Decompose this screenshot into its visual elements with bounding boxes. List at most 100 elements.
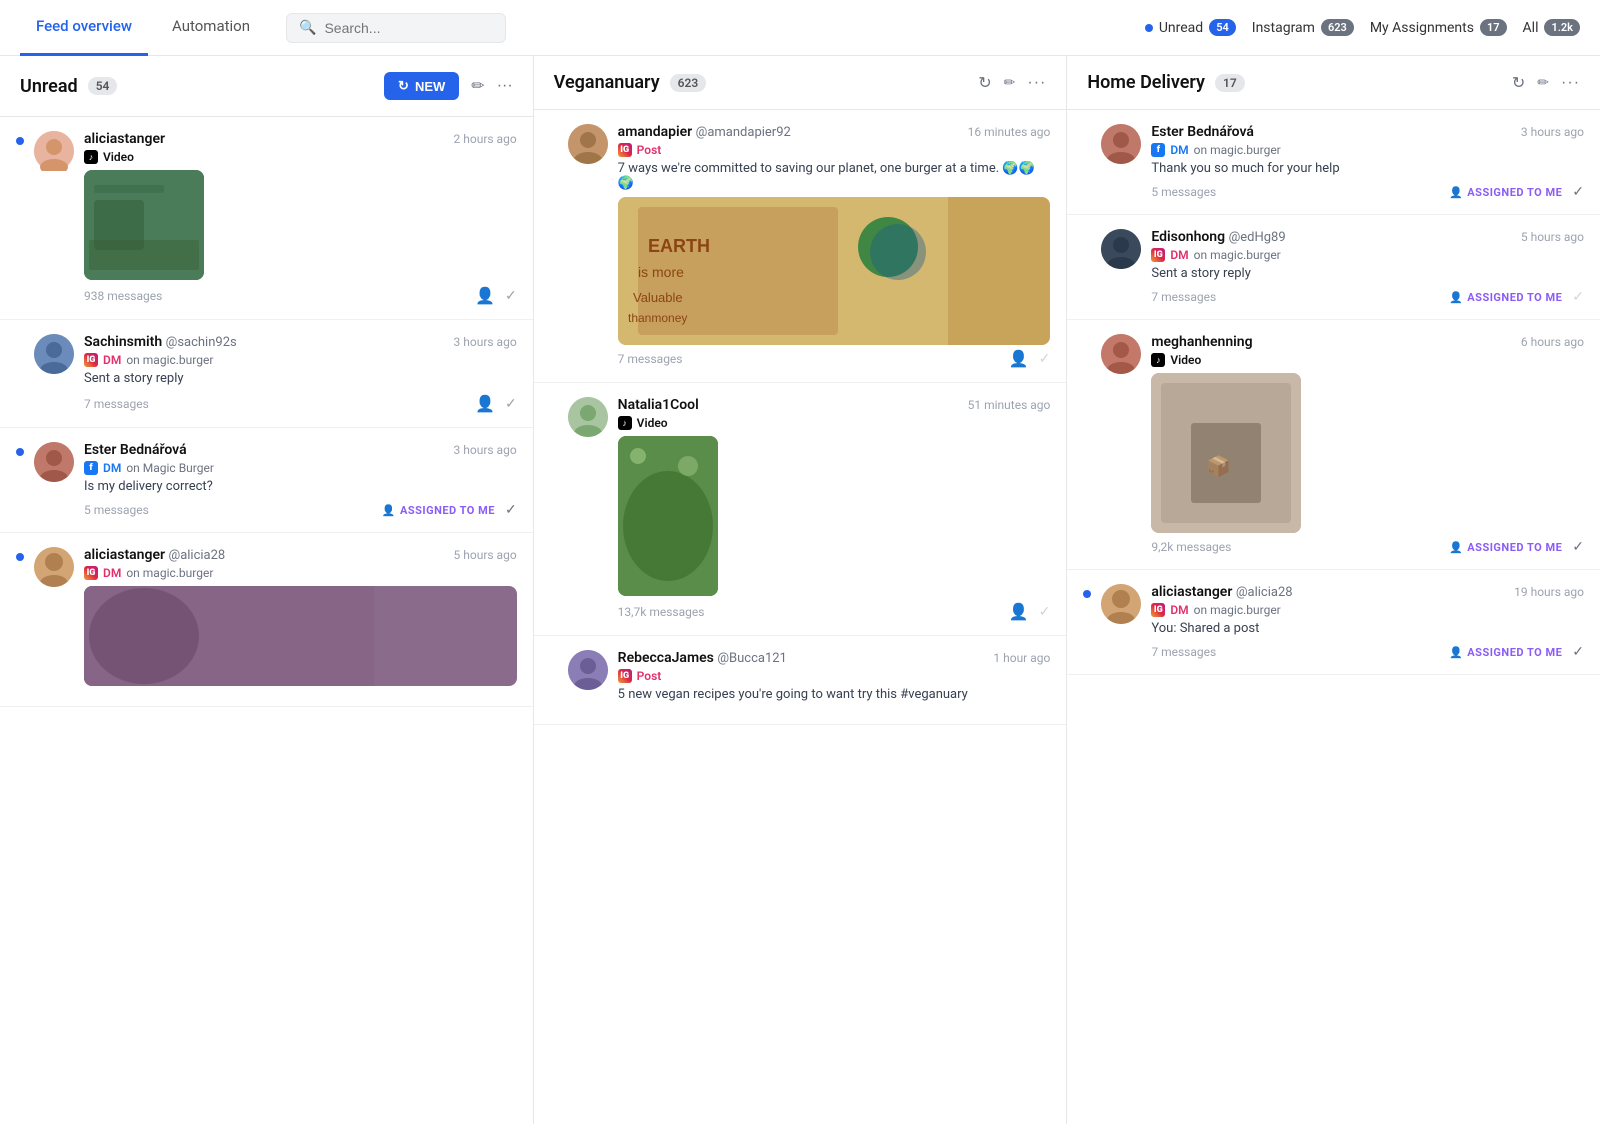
conversation-image (84, 586, 517, 686)
unread-indicator (1083, 590, 1091, 598)
conversation-actions: 👤 ✓ (1009, 602, 1051, 621)
check-icon[interactable]: ✓ (505, 288, 517, 304)
assign-icon[interactable]: 👤 (475, 394, 495, 413)
check-icon[interactable]: ✓ (1572, 644, 1584, 660)
column-home-delivery-actions (1512, 73, 1580, 93)
column-unread-badge: 54 (88, 77, 118, 95)
unread-indicator (16, 340, 24, 348)
column-home-delivery-header: Home Delivery 17 (1067, 56, 1600, 110)
filter-instagram[interactable]: Instagram 623 (1252, 19, 1354, 36)
image-thumbnail (618, 436, 718, 596)
check-icon[interactable]: ✓ (1572, 539, 1584, 555)
column-vegananuary-badge: 623 (670, 74, 707, 92)
conversation-item[interactable]: Sachinsmith @sachin92s 3 hours ago IG DM… (0, 320, 533, 428)
tab-feed-overview[interactable]: Feed overview (20, 0, 148, 56)
check-icon[interactable]: ✓ (1572, 184, 1584, 200)
check-icon[interactable]: ✓ (505, 502, 517, 518)
column-vegananuary-title: Vegananuary (554, 72, 660, 93)
conversation-body: Ester Bednářová 3 hours ago f DM on magi… (1151, 124, 1584, 200)
tab-automation[interactable]: Automation (156, 0, 266, 56)
edit-unread-icon[interactable]: ✏ (471, 76, 484, 96)
conversation-actions: 👤 ✓ (1009, 349, 1051, 368)
instagram-icon: IG (618, 143, 632, 157)
check-icon[interactable]: ✓ (1039, 604, 1051, 620)
tiktok-icon: ♪ (618, 416, 632, 430)
check-icon[interactable]: ✓ (1039, 351, 1051, 367)
conversation-item[interactable]: Edisonhong @edHg89 5 hours ago IG DM on … (1067, 215, 1600, 320)
refresh-small-icon: ↻ (398, 78, 409, 94)
avatar (568, 397, 608, 437)
unread-indicator (16, 137, 24, 145)
conversation-body: meghanhenning 6 hours ago ♪ Video 📦 (1151, 334, 1584, 555)
avatar (1101, 124, 1141, 164)
assign-icon[interactable]: 👤 (475, 286, 495, 305)
avatar (34, 131, 74, 171)
avatar (568, 650, 608, 690)
filter-all[interactable]: All 1.2k (1523, 19, 1580, 36)
avatar (34, 547, 74, 587)
check-icon[interactable]: ✓ (1572, 289, 1584, 305)
instagram-icon: IG (1151, 603, 1165, 617)
conversation-actions: 👤 ✓ (475, 286, 517, 305)
more-home-delivery-icon[interactable] (1561, 74, 1580, 92)
avatar-image (34, 547, 74, 587)
conversation-image (84, 170, 204, 280)
more-vegananuary-icon[interactable] (1027, 74, 1046, 92)
filter-unread[interactable]: Unread 54 (1145, 19, 1236, 36)
edit-vegananuary-icon[interactable] (1004, 74, 1016, 92)
conversation-item[interactable]: amandapier @amandapier92 16 minutes ago … (534, 110, 1067, 383)
conversation-item[interactable]: aliciastanger 2 hours ago ♪ Video (0, 117, 533, 320)
svg-text:is more: is more (638, 264, 684, 280)
tiktok-icon: ♪ (1151, 353, 1165, 367)
conversation-item[interactable]: Ester Bednářová 3 hours ago f DM on magi… (1067, 110, 1600, 215)
refresh-vegananuary-icon[interactable] (978, 73, 991, 93)
more-unread-icon[interactable]: ··· (497, 77, 513, 95)
avatar-image (34, 334, 74, 374)
avatar (34, 442, 74, 482)
conversation-item[interactable]: meghanhenning 6 hours ago ♪ Video 📦 (1067, 320, 1600, 570)
unread-indicator (1083, 235, 1091, 243)
conversation-item[interactable]: Natalia1Cool 51 minutes ago ♪ Video (534, 383, 1067, 636)
person-icon: 👤 (1449, 646, 1463, 659)
filter-my-assignments[interactable]: My Assignments 17 (1370, 19, 1507, 36)
facebook-icon: f (84, 461, 98, 475)
conversation-body: Edisonhong @edHg89 5 hours ago IG DM on … (1151, 229, 1584, 305)
avatar-image (568, 650, 608, 690)
svg-text:📦: 📦 (1206, 454, 1231, 478)
conversation-body: aliciastanger @alicia28 5 hours ago IG D… (84, 547, 517, 692)
image-thumbnail (84, 170, 204, 280)
avatar-image (568, 397, 608, 437)
instagram-icon: IG (84, 353, 98, 367)
unread-indicator (550, 656, 558, 664)
column-unread-title: Unread (20, 76, 78, 97)
unread-indicator (1083, 340, 1091, 348)
unread-indicator (16, 448, 24, 456)
conversation-item[interactable]: aliciastanger @alicia28 5 hours ago IG D… (0, 533, 533, 707)
assigned-badge: 👤 ASSIGNED TO ME (1449, 186, 1562, 199)
edit-home-delivery-icon[interactable] (1537, 74, 1549, 92)
header-filters: Unread 54 Instagram 623 My Assignments 1… (1145, 19, 1580, 36)
conversation-image (618, 436, 718, 596)
assign-icon[interactable]: 👤 (1009, 602, 1029, 621)
column-unread: Unread 54 ↻ NEW ✏ ··· (0, 56, 534, 1124)
conversation-item[interactable]: RebeccaJames @Bucca121 1 hour ago IG Pos… (534, 636, 1067, 725)
tiktok-icon: ♪ (84, 150, 98, 164)
conversation-body: aliciastanger 2 hours ago ♪ Video (84, 131, 517, 305)
conversation-item[interactable]: Ester Bednářová 3 hours ago f DM on Magi… (0, 428, 533, 533)
main-header: Feed overview Automation 🔍 Unread 54 Ins… (0, 0, 1600, 56)
conversation-body: RebeccaJames @Bucca121 1 hour ago IG Pos… (618, 650, 1051, 710)
unread-indicator (550, 130, 558, 138)
conversation-item[interactable]: aliciastanger @alicia28 19 hours ago IG … (1067, 570, 1600, 675)
assign-icon[interactable]: 👤 (1009, 349, 1029, 368)
conversation-image: EARTH is more Valuable thanmoney (618, 197, 1051, 345)
refresh-home-delivery-icon[interactable] (1512, 73, 1525, 93)
assigned-badge: 👤 ASSIGNED TO ME (382, 504, 495, 517)
search-box[interactable]: 🔍 (286, 13, 506, 43)
check-icon[interactable]: ✓ (505, 396, 517, 412)
avatar (1101, 334, 1141, 374)
search-input[interactable] (324, 20, 493, 36)
new-button[interactable]: ↻ NEW (384, 72, 459, 100)
home-delivery-conversation-list: Ester Bednářová 3 hours ago f DM on magi… (1067, 110, 1600, 1124)
unread-indicator (550, 403, 558, 411)
image-thumbnail: EARTH is more Valuable thanmoney (618, 197, 948, 345)
